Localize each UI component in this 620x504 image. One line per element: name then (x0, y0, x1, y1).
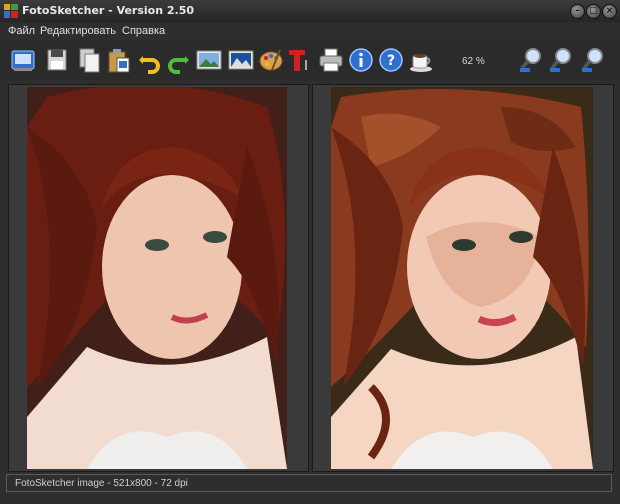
landscape-icon[interactable] (228, 46, 254, 74)
app-window: FotoSketcher - Version 2.50 – □ × Файл Р… (0, 0, 620, 504)
paste-icon[interactable] (106, 46, 132, 74)
undo-icon[interactable] (136, 46, 162, 74)
status-bar: FotoSketcher image - 521x800 - 72 dpi (6, 474, 612, 492)
text-icon[interactable] (286, 46, 312, 74)
save-icon[interactable] (44, 46, 70, 74)
image-icon[interactable] (196, 46, 222, 74)
zoom-out-icon[interactable] (580, 46, 606, 74)
zoom-fit-icon[interactable] (548, 46, 574, 74)
fotosketcher-app-icon (4, 4, 18, 18)
help-icon[interactable]: ? (378, 46, 404, 74)
menu-file[interactable]: Файл (8, 25, 35, 37)
open-icon[interactable] (10, 46, 36, 74)
zoom-in-icon[interactable] (518, 46, 544, 74)
menu-bar: Файл Редактировать Справка (0, 22, 620, 40)
print-icon[interactable] (318, 46, 344, 74)
original-photo (27, 87, 287, 469)
info-icon[interactable] (348, 46, 374, 74)
toolbar: ? (0, 40, 620, 80)
sketched-photo (331, 87, 593, 469)
svg-text:?: ? (387, 53, 395, 69)
copy-icon[interactable] (76, 46, 102, 74)
zoom-level: 62 % (462, 56, 485, 67)
original-image-pane[interactable] (8, 84, 309, 472)
sketch-image-pane[interactable] (312, 84, 614, 472)
menu-help[interactable]: Справка (122, 25, 165, 37)
minimize-button[interactable]: – (570, 4, 585, 19)
palette-icon[interactable] (258, 46, 284, 74)
menu-edit[interactable]: Редактировать (40, 25, 116, 37)
redo-icon[interactable] (166, 46, 192, 74)
coffee-icon[interactable] (408, 46, 434, 74)
title-bar: FotoSketcher - Version 2.50 – □ × (0, 0, 620, 23)
maximize-button[interactable]: □ (586, 4, 601, 19)
close-button[interactable]: × (602, 4, 617, 19)
window-title: FotoSketcher - Version 2.50 (22, 4, 195, 17)
